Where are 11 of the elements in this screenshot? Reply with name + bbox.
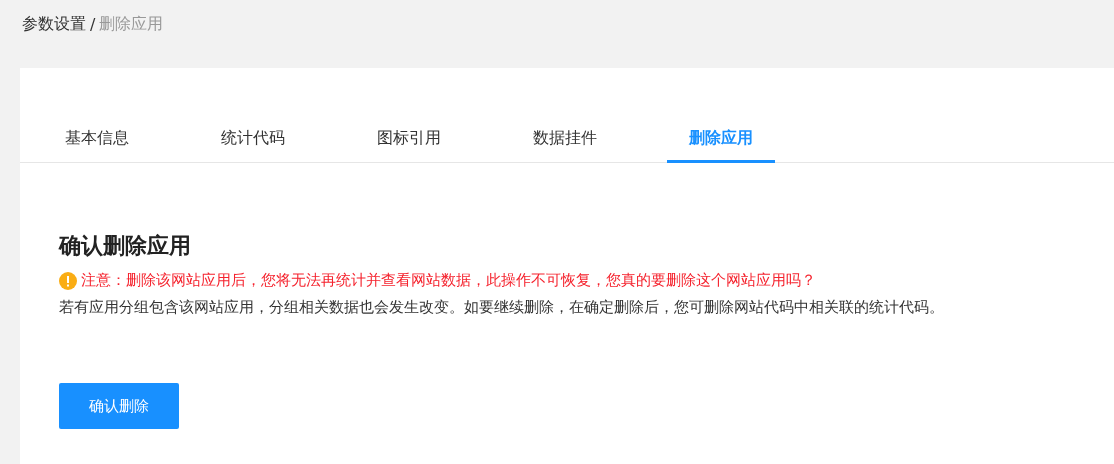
breadcrumb-item[interactable]: 参数设置	[22, 13, 86, 35]
warning-text: 注意：删除该网站应用后，您将无法再统计并查看网站数据，此操作不可恢复，您真的要删除这个网站应用吗？	[81, 271, 816, 290]
note-text: 若有应用分组包含该网站应用，分组相关数据也会发生改变。如要继续删除，在确定删除后，您可删除网站代码中相关联的统计代码。	[59, 298, 945, 317]
section-title: 确认删除应用	[59, 232, 192, 260]
breadcrumb-item: 删除应用	[99, 13, 164, 35]
breadcrumb-separator: /	[90, 14, 96, 34]
tab[interactable]: 统计代码	[199, 120, 307, 163]
warning-icon	[59, 271, 77, 290]
tab[interactable]: 图标引用	[355, 120, 463, 163]
tab[interactable]: 基本信息	[43, 120, 151, 163]
tab[interactable]: 数据挂件	[511, 120, 619, 163]
